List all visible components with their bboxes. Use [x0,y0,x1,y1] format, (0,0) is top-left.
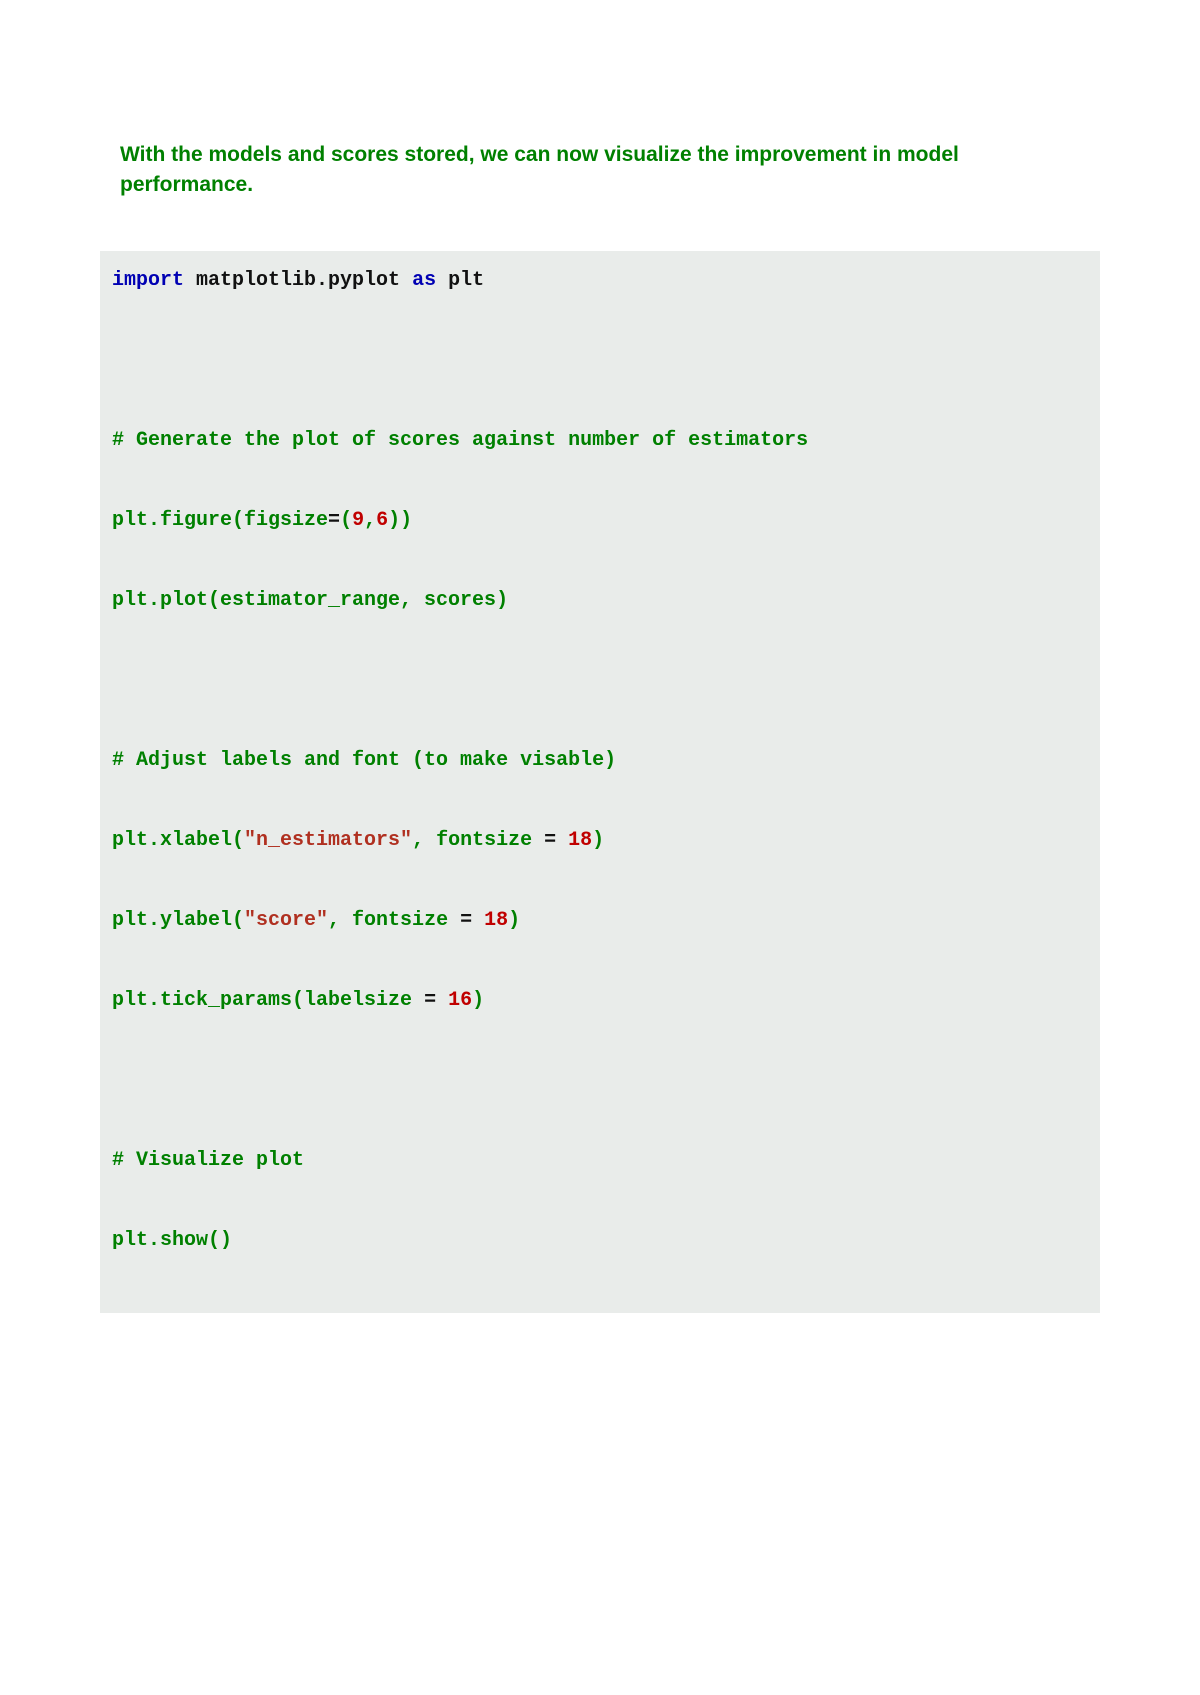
code-line-tickparams: plt.tick_params(labelsize = 16) [112,989,1088,1013]
str-nestimators: "n_estimators" [244,829,412,852]
call-xlabel: plt.xlabel( [112,829,244,852]
call-plot: plt.plot(estimator_range, scores) [112,589,508,612]
paren-close: )) [388,509,412,532]
code-line-show: plt.show() [112,1229,1088,1253]
num-16: 16 [448,989,472,1012]
eq: = [424,989,436,1012]
code-comment-labels: # Adjust labels and font (to make visabl… [112,749,1088,773]
alias-plt: plt [436,269,484,292]
call-show: plt.show() [112,1229,232,1252]
call-ylabel: plt.ylabel( [112,909,244,932]
space [556,829,568,852]
kw-as: as [412,269,436,292]
code-block: import matplotlib.pyplot as plt # Genera… [100,251,1100,1313]
paren-close: ) [508,909,520,932]
code-comment-generate: # Generate the plot of scores against nu… [112,429,1088,453]
paren-open: ( [340,509,352,532]
str-score: "score" [244,909,328,932]
code-line-ylabel: plt.ylabel("score", fontsize = 18) [112,909,1088,933]
comment-text: # Generate the plot of scores against nu… [112,429,808,452]
blank-gap [112,349,1088,429]
num-18: 18 [484,909,508,932]
code-comment-visualize: # Visualize plot [112,1149,1088,1173]
paren-close: ) [592,829,604,852]
intro-text: With the models and scores stored, we ca… [100,140,1100,201]
comma: , [364,509,376,532]
arg-fontsize: , fontsize [328,909,460,932]
eq: = [460,909,472,932]
call-figure: plt.figure(figsize [112,509,328,532]
comment-text: # Visualize plot [112,1149,304,1172]
call-tickparams: plt.tick_params(labelsize [112,989,424,1012]
paren-close: ) [472,989,484,1012]
code-line-import: import matplotlib.pyplot as plt [112,269,1088,293]
code-line-figure: plt.figure(figsize=(9,6)) [112,509,1088,533]
module-name: matplotlib.pyplot [184,269,412,292]
space [436,989,448,1012]
blank-gap [112,669,1088,749]
code-line-xlabel: plt.xlabel("n_estimators", fontsize = 18… [112,829,1088,853]
code-line-plot: plt.plot(estimator_range, scores) [112,589,1088,613]
blank-gap [112,1069,1088,1149]
num-6: 6 [376,509,388,532]
eq: = [328,509,340,532]
num-18: 18 [568,829,592,852]
eq: = [544,829,556,852]
num-9: 9 [352,509,364,532]
comment-text: # Adjust labels and font (to make visabl… [112,749,616,772]
arg-fontsize: , fontsize [412,829,544,852]
kw-import: import [112,269,184,292]
space [472,909,484,932]
